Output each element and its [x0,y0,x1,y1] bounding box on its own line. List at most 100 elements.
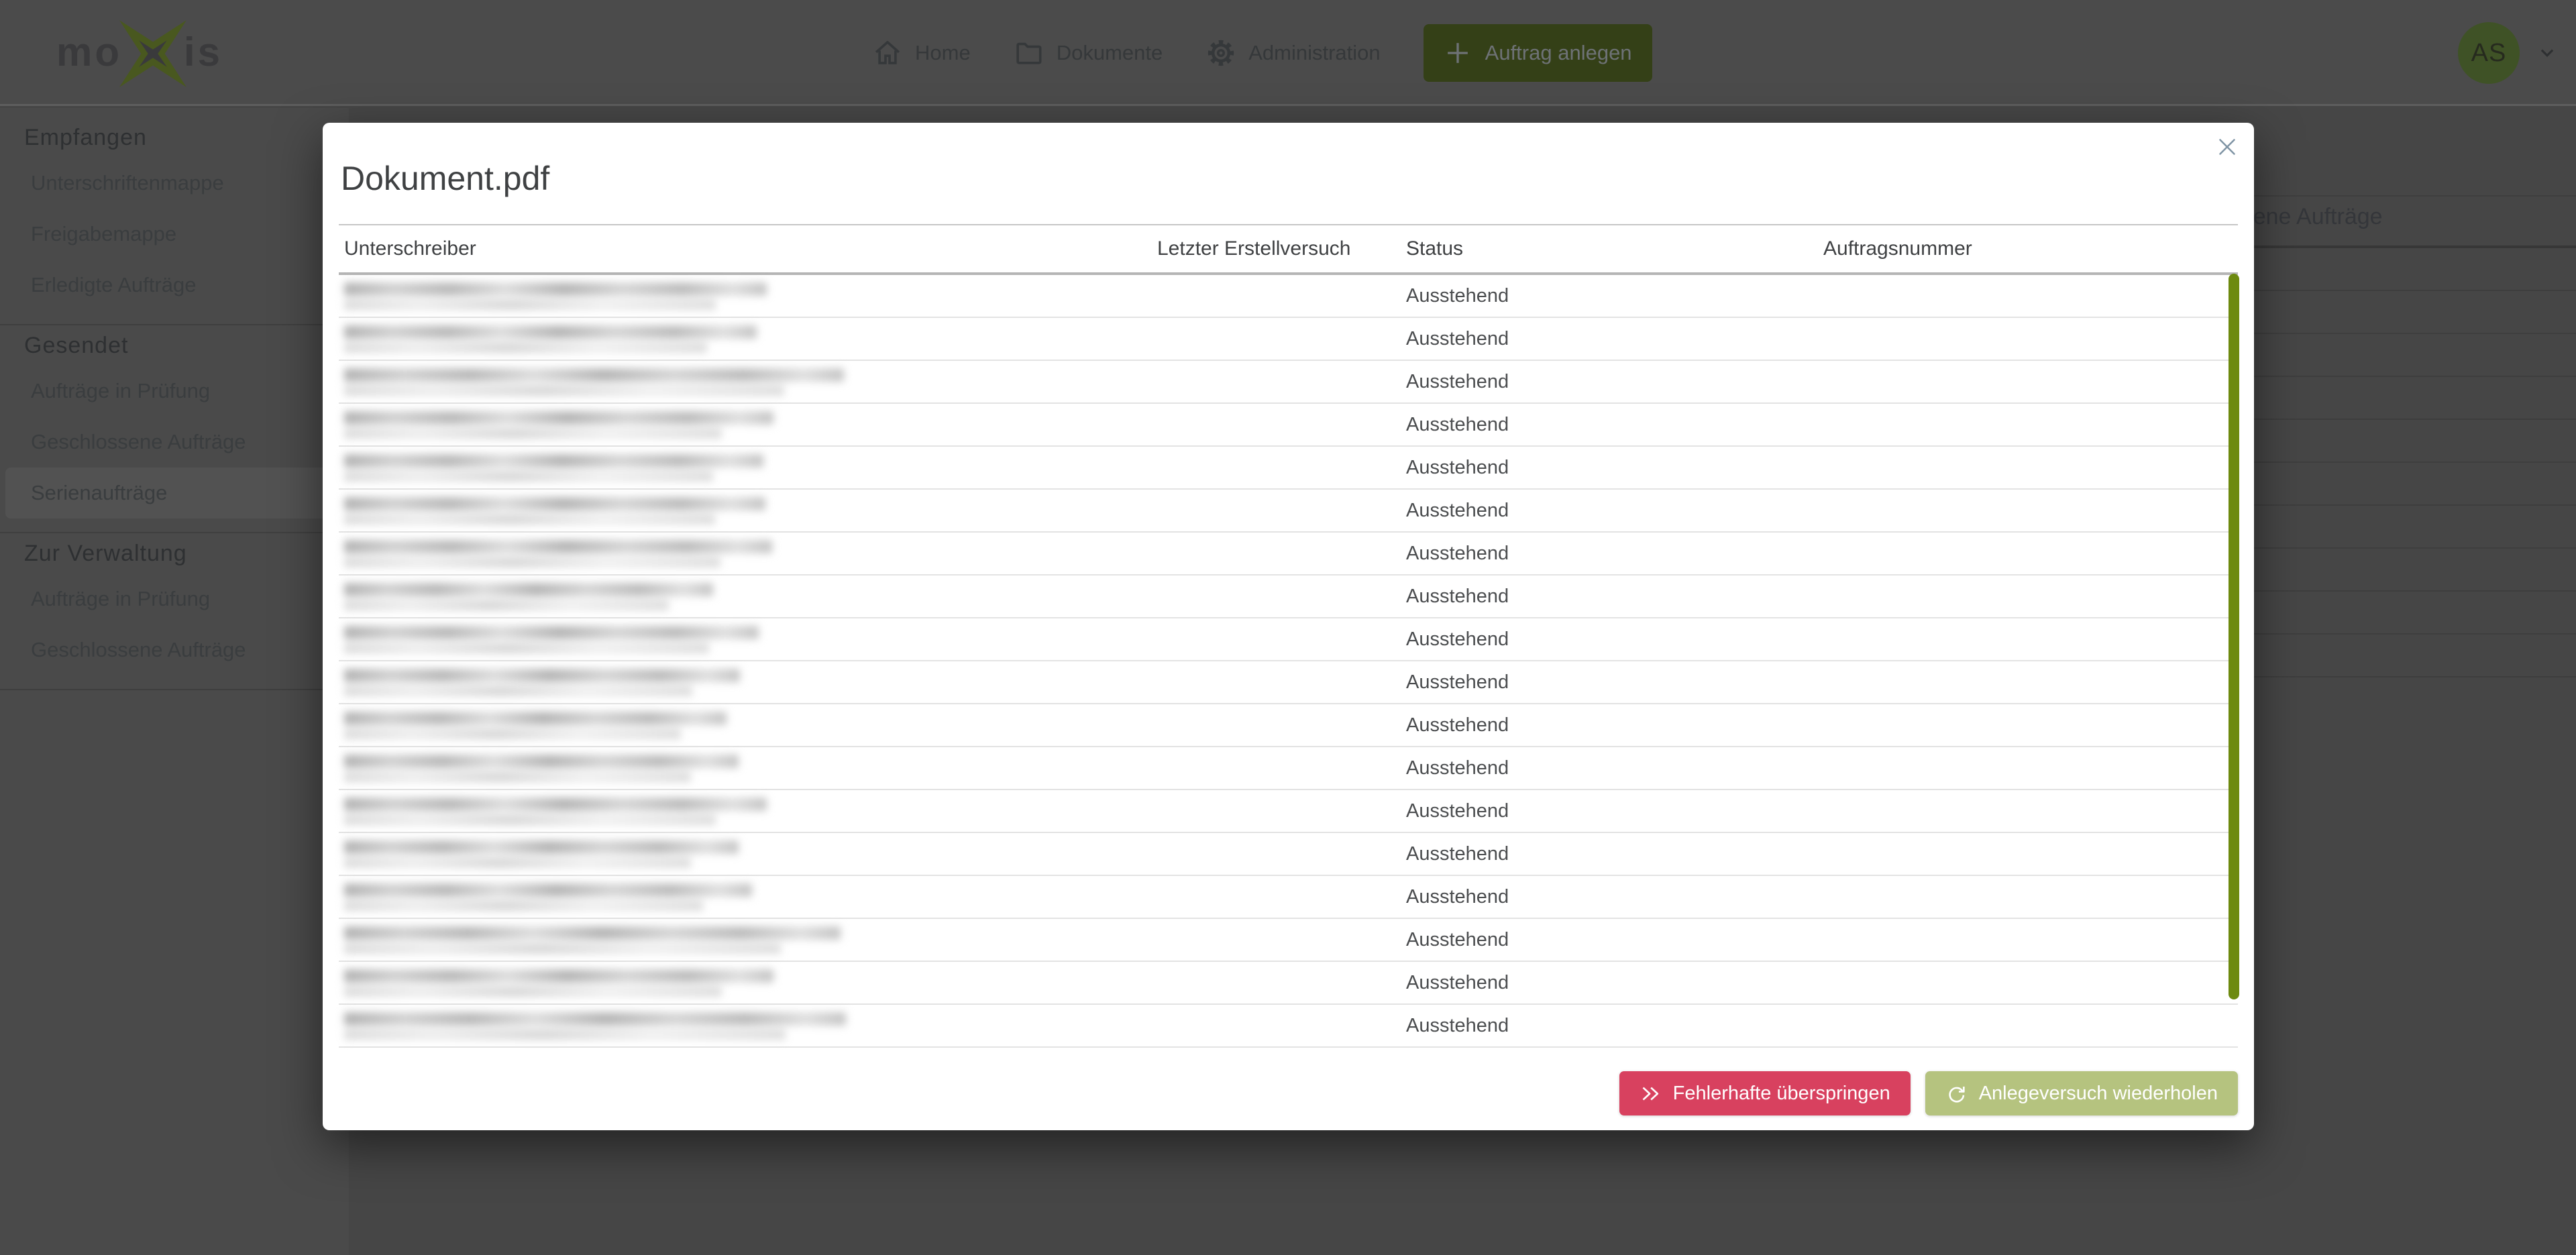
cell-status: Ausstehend [1406,457,1823,479]
redacted-signer-name [344,840,739,868]
cell-status: Ausstehend [1406,285,1823,307]
table-row[interactable]: Ausstehend [339,1005,2238,1048]
redacted-signer-name [344,712,727,739]
redacted-signer-name [344,626,759,653]
chevron-down-icon[interactable] [2537,43,2557,63]
document-modal: Dokument.pdf Unterschreiber Letzter Erst… [323,123,2254,1130]
moxis-logo[interactable]: mo is [56,19,223,86]
cell-unterschreiber [344,755,1157,782]
nav-item-label: Home [915,41,971,65]
redo-icon [1945,1083,1968,1105]
sidebar-item[interactable]: Freigabemappe [0,209,349,260]
table-row[interactable]: Ausstehend [339,876,2238,919]
sidebar-item[interactable]: Erledigte Aufträge [0,260,349,311]
cell-unterschreiber [344,454,1157,482]
sidebar-section: Zur VerwaltungAufträge in PrüfungGeschlo… [0,533,349,688]
sidebar-item[interactable]: Unterschriftenmappe [0,158,349,209]
avatar[interactable]: AS [2458,22,2520,84]
retry-create-button[interactable]: Anlegeversuch wiederholen [1925,1071,2238,1115]
user-menu[interactable]: AS [2458,0,2557,106]
cell-status: Ausstehend [1406,886,1823,908]
column-header-unterschreiber: Unterschreiber [344,237,1157,260]
table-row[interactable]: Ausstehend [339,404,2238,447]
cell-status: Ausstehend [1406,543,1823,565]
column-header-status: Status [1406,237,1823,260]
skip-faulty-button[interactable]: Fehlerhafte überspringen [1619,1071,1911,1115]
redacted-signer-name [344,1012,846,1040]
sidebar-divider [0,689,349,690]
table-row[interactable]: Ausstehend [339,661,2238,704]
modal-footer: Fehlerhafte überspringen Anlegeversuch w… [1619,1071,2238,1115]
table-row[interactable]: Ausstehend [339,704,2238,747]
sidebar-section-title: Empfangen [0,117,349,158]
nav-item-dokumente[interactable]: Dokumente [1014,38,1163,68]
cell-status: Ausstehend [1406,972,1823,994]
table-row[interactable]: Ausstehend [339,490,2238,533]
close-icon[interactable] [2211,131,2243,163]
table-row[interactable]: Ausstehend [339,447,2238,490]
sidebar-item[interactable]: Aufträge in Prüfung [0,574,349,624]
cell-unterschreiber [344,282,1157,310]
redacted-signer-name [344,325,757,353]
sidebar-item[interactable]: Serienaufträge [5,468,349,519]
cell-unterschreiber [344,926,1157,954]
avatar-initials: AS [2471,39,2507,68]
redacted-signer-name [344,798,767,825]
table-row[interactable]: Ausstehend [339,833,2238,876]
scrollbar-thumb[interactable] [2229,274,2239,999]
sidebar-item[interactable]: Geschlossene Aufträge [0,417,349,468]
redacted-signer-name [344,540,772,567]
signer-table: Unterschreiber Letzter Erstellversuch St… [339,224,2238,1048]
cell-unterschreiber [344,411,1157,439]
modal-title: Dokument.pdf [341,159,549,198]
table-row[interactable]: Ausstehend [339,919,2238,962]
redacted-signer-name [344,497,765,525]
cell-unterschreiber [344,325,1157,353]
logo-text-right: is [184,32,223,72]
redacted-signer-name [344,454,763,482]
cell-unterschreiber [344,1012,1157,1040]
retry-create-label: Anlegeversuch wiederholen [1979,1083,2218,1105]
redacted-signer-name [344,755,739,782]
top-navigation-bar: mo is Home Dokumente Administration Auftra… [0,0,2576,106]
table-row[interactable]: Ausstehend [339,576,2238,618]
sidebar-section-title: Zur Verwaltung [0,533,349,574]
table-row[interactable]: Ausstehend [339,618,2238,661]
cell-unterschreiber [344,840,1157,868]
gear-icon [1205,38,1236,68]
create-order-button[interactable]: Auftrag anlegen [1424,24,1652,82]
cell-unterschreiber [344,368,1157,396]
column-header-auftragsnummer: Auftragsnummer [1823,237,2238,260]
table-row[interactable]: Ausstehend [339,533,2238,576]
table-row[interactable]: Ausstehend [339,361,2238,404]
sidebar-item[interactable]: Geschlossene Aufträge [0,624,349,675]
cell-status: Ausstehend [1406,586,1823,608]
cell-unterschreiber [344,798,1157,825]
nav-item-administration[interactable]: Administration [1205,38,1380,68]
sidebar-item[interactable]: Aufträge in Prüfung [0,366,349,417]
table-row[interactable]: Ausstehend [339,790,2238,833]
nav-item-home[interactable]: Home [872,38,971,68]
cell-status: Ausstehend [1406,629,1823,651]
cell-unterschreiber [344,540,1157,567]
table-row[interactable]: Ausstehend [339,747,2238,790]
cell-status: Ausstehend [1406,500,1823,522]
cell-status: Ausstehend [1406,1015,1823,1037]
fast-forward-icon [1640,1083,1662,1105]
cell-status: Ausstehend [1406,843,1823,865]
redacted-signer-name [344,368,844,396]
redacted-signer-name [344,883,752,911]
nav-item-label: Dokumente [1057,41,1163,65]
home-icon [872,38,903,68]
redacted-signer-name [344,926,841,954]
table-header-row: Unterschreiber Letzter Erstellversuch St… [339,224,2238,275]
logo-text-left: mo [56,32,122,72]
modal-header: Dokument.pdf [323,123,2254,224]
main-nav: Home Dokumente Administration Auftrag anle… [872,0,1652,106]
table-row[interactable]: Ausstehend [339,962,2238,1005]
sidebar-section-title: Gesendet [0,325,349,366]
table-row[interactable]: Ausstehend [339,275,2238,318]
cell-unterschreiber [344,712,1157,739]
table-row[interactable]: Ausstehend [339,318,2238,361]
redacted-signer-name [344,282,767,310]
